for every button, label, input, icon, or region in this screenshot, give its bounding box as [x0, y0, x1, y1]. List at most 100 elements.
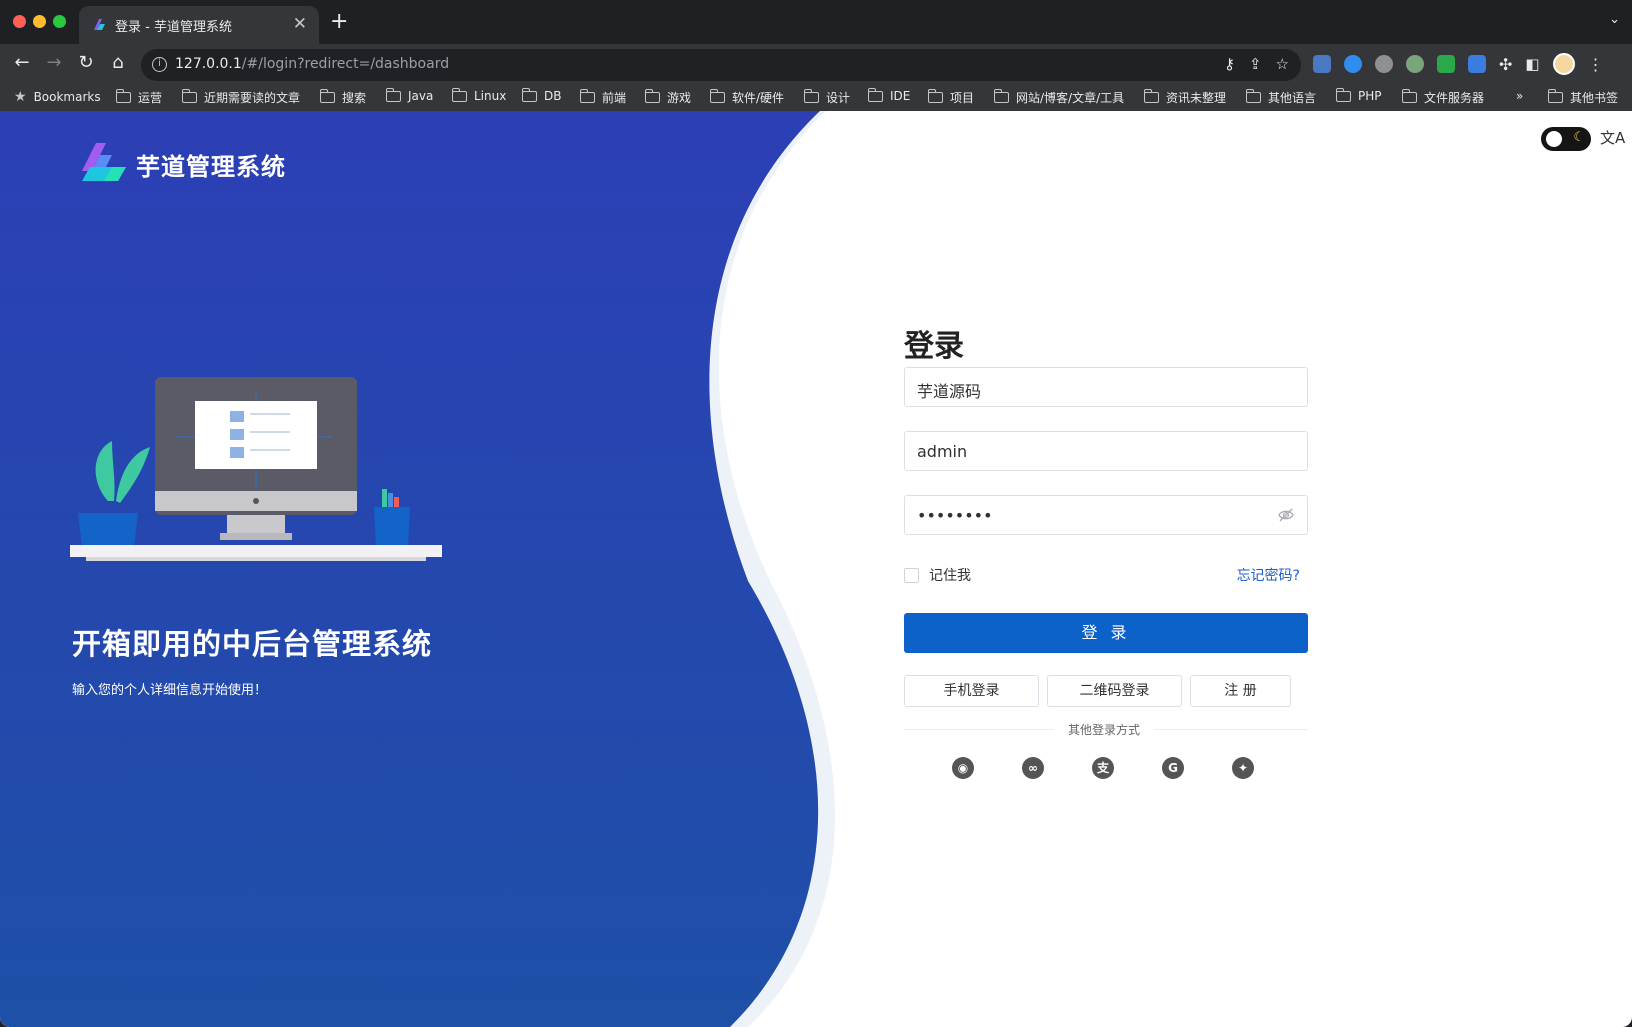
bookmark-folder-label: 前端: [602, 91, 627, 105]
profile-avatar[interactable]: [1552, 53, 1575, 75]
alipay-icon[interactable]: 支: [1092, 757, 1114, 779]
tenant-input[interactable]: 芋道源码: [904, 367, 1308, 407]
bookmarks-overflow-button[interactable]: »: [1516, 89, 1523, 103]
extension-grid-icon[interactable]: [1313, 55, 1331, 73]
bookmark-folder-label: 资讯未整理: [1166, 91, 1227, 105]
bookmark-folder-label: 近期需要读的文章: [204, 91, 301, 105]
toggle-knob: [1546, 131, 1562, 147]
hero-subline: 输入您的个人详细信息开始使用！: [72, 683, 268, 698]
menu-icon[interactable]: ⋮: [1588, 55, 1604, 74]
login-form: 登录 芋道源码 admin •••••••• 记住我 忘记密码? 登 录 手机登…: [904, 321, 1308, 779]
key-icon[interactable]: ⚷: [1224, 55, 1235, 73]
bookmark-folder[interactable]: 网站/博客/文章/工具: [994, 89, 1124, 106]
bookmark-folder[interactable]: 前端: [580, 89, 626, 106]
browser-toolbar: ← → ↻ ⌂ i 127.0.0.1/#/login?redirect=/da…: [0, 44, 1632, 86]
share-icon[interactable]: ⇪: [1249, 55, 1262, 73]
tab-search-icon[interactable]: ⌄: [1609, 12, 1620, 27]
bookmark-folder[interactable]: Linux: [452, 87, 507, 103]
bookmark-folder[interactable]: 设计: [804, 89, 850, 106]
hero-headline: 开箱即用的中后台管理系统: [72, 627, 433, 661]
other-bookmarks-label: 其他书签: [1570, 91, 1619, 105]
address-bar[interactable]: i 127.0.0.1/#/login?redirect=/dashboard …: [141, 49, 1301, 81]
login-button[interactable]: 登 录: [904, 613, 1308, 653]
username-input-value: admin: [917, 442, 968, 461]
bookmarks-label: Bookmarks: [33, 90, 101, 104]
bookmark-folder[interactable]: 其他语言: [1246, 89, 1316, 106]
home-icon[interactable]: ⌂: [106, 52, 130, 73]
extension-circle-icon[interactable]: [1406, 55, 1424, 73]
register-button[interactable]: 注 册: [1190, 675, 1291, 707]
bookmark-folder[interactable]: 运营: [116, 89, 162, 106]
extensions-icon[interactable]: ✣: [1499, 55, 1512, 74]
qrcode-login-button[interactable]: 二维码登录: [1047, 675, 1182, 707]
dark-mode-toggle[interactable]: ☾: [1541, 127, 1591, 151]
folder-icon: [1336, 87, 1351, 102]
close-window-button[interactable]: [13, 15, 26, 28]
folder-icon: [994, 89, 1009, 103]
remember-me-checkbox[interactable]: [904, 567, 919, 583]
bookmark-folder[interactable]: DB: [522, 87, 562, 103]
folder-icon: [928, 89, 943, 103]
bookmark-folder-label: 其他语言: [1268, 91, 1317, 105]
moon-icon: ☾: [1573, 130, 1585, 145]
folder-icon: [580, 89, 595, 103]
zoom-window-button[interactable]: [53, 15, 66, 28]
password-input[interactable]: ••••••••: [904, 495, 1308, 535]
bookmark-folder-label: IDE: [890, 89, 911, 103]
bookmark-folder[interactable]: 资讯未整理: [1144, 89, 1226, 106]
sidepanel-icon[interactable]: ◧: [1525, 55, 1539, 73]
bookmark-folder[interactable]: IDE: [868, 87, 911, 103]
brand-name: 芋道管理系统: [136, 153, 286, 181]
bookmark-folder[interactable]: Java: [386, 87, 433, 103]
eye-hidden-icon[interactable]: [1277, 506, 1295, 524]
google-icon[interactable]: G: [1162, 757, 1184, 779]
extensions-area: ✣ ◧ ⋮: [1313, 53, 1604, 75]
bookmark-folder-label: 网站/博客/文章/工具: [1016, 91, 1125, 105]
reload-icon[interactable]: ↻: [74, 52, 98, 73]
bookmark-folder-label: DB: [544, 89, 562, 103]
bookmark-folder-label: Linux: [474, 89, 507, 103]
forgot-password-link[interactable]: 忘记密码?: [1237, 565, 1300, 585]
overflow-label: »: [1516, 89, 1524, 103]
twitter-icon[interactable]: ✦: [1232, 757, 1254, 779]
other-bookmarks-folder[interactable]: 其他书签: [1548, 89, 1618, 106]
new-tab-button[interactable]: +: [330, 9, 348, 34]
info-icon[interactable]: i: [152, 57, 167, 72]
bookmark-folder[interactable]: 近期需要读的文章: [182, 89, 300, 106]
bookmark-folder[interactable]: 搜索: [320, 89, 366, 106]
close-tab-icon[interactable]: ✕: [293, 14, 307, 34]
mobile-login-button[interactable]: 手机登录: [904, 675, 1039, 707]
extension-gear-icon[interactable]: [1375, 55, 1393, 73]
folder-icon: [522, 87, 537, 102]
bookmark-folder[interactable]: 文件服务器: [1402, 89, 1484, 106]
extension-layers-icon[interactable]: [1468, 55, 1486, 73]
username-input[interactable]: admin: [904, 431, 1308, 471]
bookmark-folder[interactable]: PHP: [1336, 87, 1382, 103]
remember-me[interactable]: 记住我: [904, 565, 971, 585]
tenant-input-value: 芋道源码: [917, 382, 982, 401]
desk-computer-illustration: [70, 377, 442, 561]
extension-gem-icon[interactable]: [1344, 55, 1362, 73]
bookmark-folder[interactable]: 软件/硬件: [710, 89, 784, 106]
github-icon[interactable]: ◉: [952, 757, 974, 779]
minimize-window-button[interactable]: [33, 15, 46, 28]
back-icon[interactable]: ←: [10, 52, 34, 73]
folder-icon: [452, 87, 467, 102]
login-page: 芋道管理系统 开箱即用的中后台管理系统 输入您的个人详细信息开始使用！ ☾ 文A: [0, 111, 1632, 1027]
folder-icon: [386, 87, 401, 102]
bookmark-folder-label: 搜索: [342, 91, 367, 105]
bookmark-folder-label: 文件服务器: [1424, 91, 1485, 105]
bookmarks-button[interactable]: ★ Bookmarks: [14, 89, 101, 105]
extension-bug-icon[interactable]: [1437, 55, 1455, 73]
wechat-icon[interactable]: ∞: [1022, 757, 1044, 779]
browser-tab[interactable]: 登录 - 芋道管理系统 ✕: [79, 6, 319, 44]
bookmark-folder[interactable]: 项目: [928, 89, 974, 106]
bookmark-folder[interactable]: 游戏: [645, 89, 691, 106]
forward-icon[interactable]: →: [42, 52, 66, 73]
url-text[interactable]: 127.0.0.1/#/login?redirect=/dashboard: [175, 56, 449, 72]
language-switch-icon[interactable]: 文A: [1600, 127, 1625, 148]
folder-icon: [868, 87, 883, 102]
star-icon[interactable]: ☆: [1276, 55, 1289, 73]
form-title: 登录: [904, 329, 964, 364]
bookmarks-bar: ★ Bookmarks 运营 近期需要读的文章 搜索 Java Linux DB…: [0, 86, 1632, 111]
